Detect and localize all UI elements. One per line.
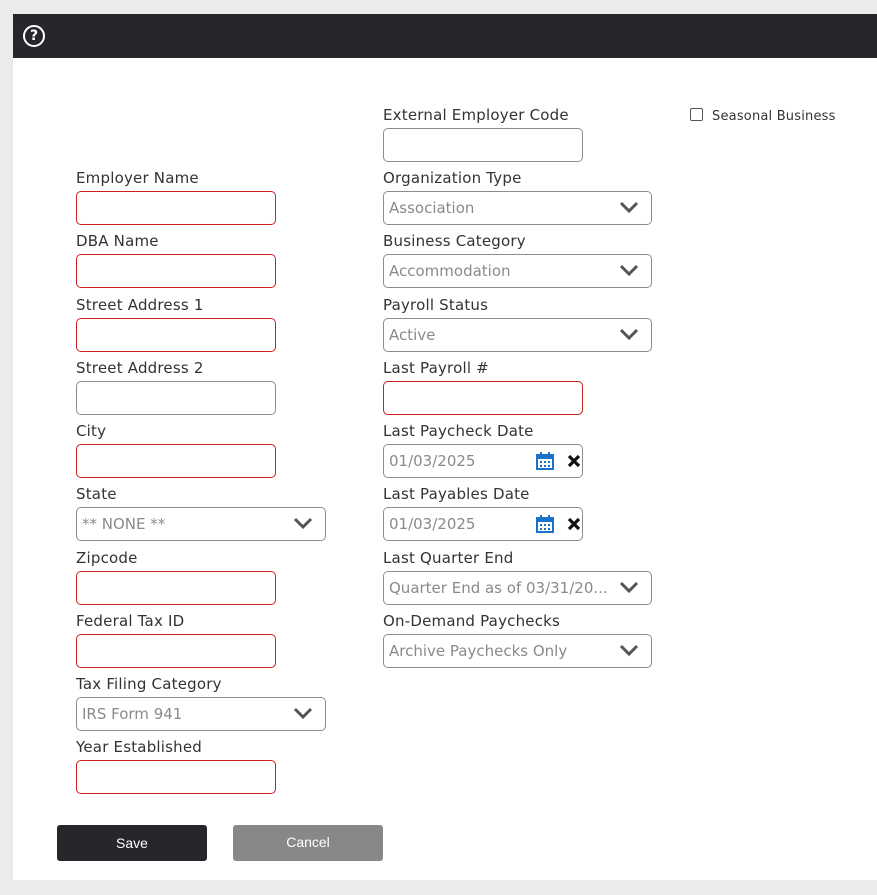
last-payables-date-value: 01/03/2025 <box>389 515 476 533</box>
save-button[interactable]: Save <box>57 825 207 861</box>
last-payroll-number-label: Last Payroll # <box>383 359 489 377</box>
street-address-2-label: Street Address 2 <box>76 359 204 377</box>
seasonal-business-checkbox[interactable] <box>690 108 703 121</box>
organization-type-label: Organization Type <box>383 169 522 187</box>
chevron-down-icon <box>619 264 639 277</box>
chevron-down-icon <box>619 201 639 214</box>
calendar-icon[interactable] <box>536 452 554 470</box>
state-select[interactable]: ** NONE ** <box>76 507 326 541</box>
help-icon[interactable]: ? <box>23 25 45 47</box>
clear-date-icon[interactable] <box>567 517 581 531</box>
state-select-value: ** NONE ** <box>82 515 166 533</box>
top-bar: ? <box>13 14 877 58</box>
business-category-label: Business Category <box>383 232 526 250</box>
chevron-down-icon <box>293 517 313 530</box>
chevron-down-icon <box>293 707 313 720</box>
last-paycheck-date-input[interactable]: 01/03/2025 <box>383 444 583 478</box>
state-label: State <box>76 485 117 503</box>
last-payables-date-input[interactable]: 01/03/2025 <box>383 507 583 541</box>
business-category-select[interactable]: Accommodation <box>383 254 652 288</box>
payroll-status-label: Payroll Status <box>383 296 489 314</box>
zipcode-input[interactable] <box>76 571 276 605</box>
payroll-status-value: Active <box>389 326 436 344</box>
street-address-2-input[interactable] <box>76 381 276 415</box>
external-employer-code-label: External Employer Code <box>383 106 569 124</box>
on-demand-paychecks-select[interactable]: Archive Paychecks Only <box>383 634 652 668</box>
on-demand-paychecks-label: On-Demand Paychecks <box>383 612 561 630</box>
street-address-1-label: Street Address 1 <box>76 296 204 314</box>
payroll-status-select[interactable]: Active <box>383 318 652 352</box>
street-address-1-input[interactable] <box>76 318 276 352</box>
federal-tax-id-input[interactable] <box>76 634 276 668</box>
last-quarter-end-value: Quarter End as of 03/31/20... <box>389 579 608 597</box>
external-employer-code-input[interactable] <box>383 128 583 162</box>
last-paycheck-date-label: Last Paycheck Date <box>383 422 534 440</box>
organization-type-select[interactable]: Association <box>383 191 652 225</box>
last-quarter-end-label: Last Quarter End <box>383 549 514 567</box>
dba-name-label: DBA Name <box>76 232 159 250</box>
chevron-down-icon <box>619 644 639 657</box>
chevron-down-icon <box>619 581 639 594</box>
zipcode-label: Zipcode <box>76 549 138 567</box>
calendar-icon[interactable] <box>536 515 554 533</box>
tax-filing-category-select[interactable]: IRS Form 941 <box>76 697 326 731</box>
last-payables-date-label: Last Payables Date <box>383 485 530 503</box>
cancel-button[interactable]: Cancel <box>233 825 383 861</box>
seasonal-business-label: Seasonal Business <box>712 109 836 124</box>
chevron-down-icon <box>619 328 639 341</box>
organization-type-value: Association <box>389 199 475 217</box>
tax-filing-category-label: Tax Filing Category <box>76 675 222 693</box>
city-label: City <box>76 422 107 440</box>
year-established-label: Year Established <box>76 738 203 756</box>
dba-name-input[interactable] <box>76 254 276 288</box>
clear-date-icon[interactable] <box>567 454 581 468</box>
year-established-input[interactable] <box>76 760 276 794</box>
on-demand-paychecks-value: Archive Paychecks Only <box>389 642 568 660</box>
last-quarter-end-select[interactable]: Quarter End as of 03/31/20... <box>383 571 652 605</box>
last-paycheck-date-value: 01/03/2025 <box>389 452 476 470</box>
tax-filing-category-value: IRS Form 941 <box>82 705 183 723</box>
federal-tax-id-label: Federal Tax ID <box>76 612 185 630</box>
business-category-value: Accommodation <box>389 262 511 280</box>
employer-name-input[interactable] <box>76 191 276 225</box>
last-payroll-number-input[interactable] <box>383 381 583 415</box>
employer-name-label: Employer Name <box>76 169 199 187</box>
city-input[interactable] <box>76 444 276 478</box>
